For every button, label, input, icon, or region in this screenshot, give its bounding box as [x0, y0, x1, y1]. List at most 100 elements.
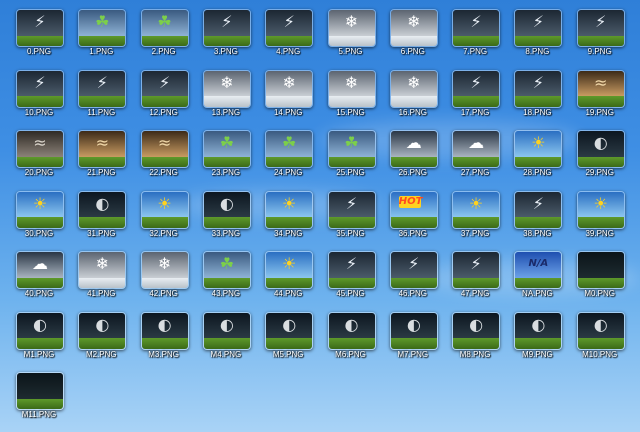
file-icon-47-png[interactable]: ⚡ 47.PNG: [443, 245, 507, 303]
file-name-label: 34.PNG: [273, 228, 303, 238]
file-name-label: 36.PNG: [398, 228, 428, 238]
image-thumbnail: ◐: [265, 311, 314, 350]
weather-storm-icon: ⚡: [470, 12, 482, 31]
file-icon-31-png[interactable]: ◐ 31.PNG: [69, 185, 133, 243]
file-icon-1-png[interactable]: ☘ 1.PNG: [69, 3, 133, 61]
file-icon-m5-png[interactable]: ◐ M5.PNG: [256, 306, 320, 364]
file-icon-27-png[interactable]: ☁ 27.PNG: [443, 124, 507, 182]
file-icon-22-png[interactable]: ≈22.PNG: [132, 124, 196, 182]
file-icon-19-png[interactable]: ≈19.PNG: [568, 64, 632, 122]
file-name-label: 47.PNG: [460, 289, 490, 298]
file-icon-14-png[interactable]: ❄ 14.PNG: [256, 64, 320, 122]
file-icon-21-png[interactable]: ≈21.PNG: [69, 124, 133, 182]
file-name-label: 43.PNG: [211, 289, 241, 298]
file-icon-11-png[interactable]: ⚡ 11.PNG: [69, 64, 133, 122]
file-icon-m0-png[interactable]: M0.PNG: [568, 245, 632, 303]
file-icon-33-png[interactable]: ◐ 33.PNG: [194, 185, 258, 243]
file-name-label: 8.PNG: [525, 47, 550, 56]
weather-sunny-icon: ☀: [282, 193, 297, 213]
file-icon-4-png[interactable]: ⚡ 4.PNG: [256, 3, 320, 61]
file-icon-m8-png[interactable]: ◐ M8.PNG: [443, 306, 507, 364]
file-icon-25-png[interactable]: ☘ 25.PNG: [319, 124, 383, 182]
file-name-label: 6.PNG: [400, 47, 425, 56]
weather-moon-icon: ◐: [157, 314, 172, 334]
file-icon-36-png[interactable]: HOT 36.PNG: [381, 185, 445, 243]
file-icon-26-png[interactable]: ☁ 26.PNG: [381, 124, 445, 182]
weather-moon-icon: ◐: [469, 314, 484, 334]
file-icon-m1-png[interactable]: ◐ M1.PNG: [7, 306, 71, 364]
image-thumbnail: ❄: [327, 9, 376, 47]
file-icon-42-png[interactable]: ❄ 42.PNG: [132, 245, 196, 303]
file-icon-9-png[interactable]: ⚡ 9.PNG: [568, 3, 632, 61]
file-icon-32-png[interactable]: ☀ 32.PNG: [132, 185, 196, 243]
file-name-label: 15.PNG: [336, 107, 365, 117]
file-name-label: 2.PNG: [151, 47, 176, 56]
file-icon-m4-png[interactable]: ◐ M4.PNG: [194, 306, 258, 364]
file-icon-15-png[interactable]: ❄ 15.PNG: [319, 64, 383, 122]
weather-storm-icon: ⚡: [345, 193, 358, 213]
image-thumbnail: ☀: [452, 190, 501, 229]
weather-leaves-icon: ☘: [219, 133, 235, 152]
file-name-label: 26.PNG: [398, 168, 428, 177]
file-icon-m9-png[interactable]: ◐ M9.PNG: [505, 306, 569, 364]
file-icon-46-png[interactable]: ⚡ 46.PNG: [381, 245, 445, 303]
image-thumbnail: ≈: [576, 69, 625, 108]
file-icon-m6-png[interactable]: ◐ M6.PNG: [319, 306, 383, 364]
file-name-label: 31.PNG: [87, 228, 116, 238]
file-icon-2-png[interactable]: ☘ 2.PNG: [132, 3, 196, 61]
file-name-label: M11.PNG: [21, 410, 57, 419]
file-icon-12-png[interactable]: ⚡ 12.PNG: [132, 64, 196, 122]
image-thumbnail: ⚡: [202, 9, 251, 47]
weather-snow-icon: ❄: [407, 12, 421, 31]
file-icon-13-png[interactable]: ❄ 13.PNG: [194, 64, 258, 122]
image-thumbnail: ❄: [389, 69, 438, 108]
file-icon-23-png[interactable]: ☘ 23.PNG: [194, 124, 258, 182]
image-thumbnail: ☀: [514, 130, 563, 168]
file-icon-5-png[interactable]: ❄ 5.PNG: [319, 3, 383, 61]
file-icon-34-png[interactable]: ☀ 34.PNG: [256, 185, 320, 243]
file-icon-45-png[interactable]: ⚡ 45.PNG: [319, 245, 383, 303]
file-icon-m10-png[interactable]: ◐ M10.PNG: [568, 306, 632, 364]
file-icon-m7-png[interactable]: ◐ M7.PNG: [381, 306, 445, 364]
file-icon-43-png[interactable]: ☘ 43.PNG: [194, 245, 258, 303]
weather-snow-icon: ❄: [95, 254, 109, 273]
file-icon-35-png[interactable]: ⚡ 35.PNG: [319, 185, 383, 243]
file-icon-20-png[interactable]: ≈20.PNG: [7, 124, 71, 182]
file-icon-m2-png[interactable]: ◐ M2.PNG: [69, 306, 133, 364]
file-icon-6-png[interactable]: ❄ 6.PNG: [381, 3, 445, 61]
file-icon-40-png[interactable]: ☁ 40.PNG: [7, 245, 71, 303]
file-name-label: 32.PNG: [149, 228, 178, 238]
weather-fog-icon: ≈: [33, 133, 47, 152]
file-icon-30-png[interactable]: ☀ 30.PNG: [7, 185, 71, 243]
weather-moon-icon: ◐: [219, 193, 234, 213]
file-icon-41-png[interactable]: ❄ 41.PNG: [69, 245, 133, 303]
file-icon-3-png[interactable]: ⚡ 3.PNG: [194, 3, 258, 61]
file-icon-m3-png[interactable]: ◐ M3.PNG: [132, 306, 196, 364]
file-icon-39-png[interactable]: ☀ 39.PNG: [568, 185, 632, 243]
file-icon-29-png[interactable]: ◐ 29.PNG: [568, 124, 632, 182]
file-name-label: 19.PNG: [585, 107, 614, 117]
image-thumbnail: ⚡: [16, 9, 64, 47]
file-icon-7-png[interactable]: ⚡ 7.PNG: [443, 3, 507, 61]
file-icon-28-png[interactable]: ☀ 28.PNG: [505, 124, 569, 182]
file-icon-8-png[interactable]: ⚡ 8.PNG: [505, 3, 569, 61]
weather-moon-icon: ◐: [344, 314, 359, 334]
weather-storm-icon: ⚡: [34, 12, 46, 31]
file-icon-na-png[interactable]: N/A NA.PNG: [505, 245, 569, 303]
file-icon-24-png[interactable]: ☘ 24.PNG: [256, 124, 320, 182]
file-name-label: M8.PNG: [459, 349, 491, 359]
file-icon-m11-png[interactable]: M11.PNG: [7, 366, 71, 424]
file-icon-44-png[interactable]: ☀ 44.PNG: [256, 245, 320, 303]
file-icon-18-png[interactable]: ⚡ 18.PNG: [505, 64, 569, 122]
file-icon-38-png[interactable]: ⚡ 38.PNG: [505, 185, 569, 243]
file-icon-16-png[interactable]: ❄ 16.PNG: [381, 64, 445, 122]
file-icon-0-png[interactable]: ⚡ 0.PNG: [7, 3, 71, 61]
file-icon-37-png[interactable]: ☀ 37.PNG: [443, 185, 507, 243]
file-name-label: 14.PNG: [273, 107, 303, 117]
file-name-label: 17.PNG: [460, 107, 490, 117]
weather-storm-icon: ⚡: [532, 12, 544, 31]
file-icon-10-png[interactable]: ⚡ 10.PNG: [7, 64, 71, 122]
weather-leaves-icon: ☘: [219, 254, 235, 273]
file-icon-17-png[interactable]: ⚡ 17.PNG: [443, 64, 507, 122]
file-name-label: 28.PNG: [523, 168, 552, 177]
